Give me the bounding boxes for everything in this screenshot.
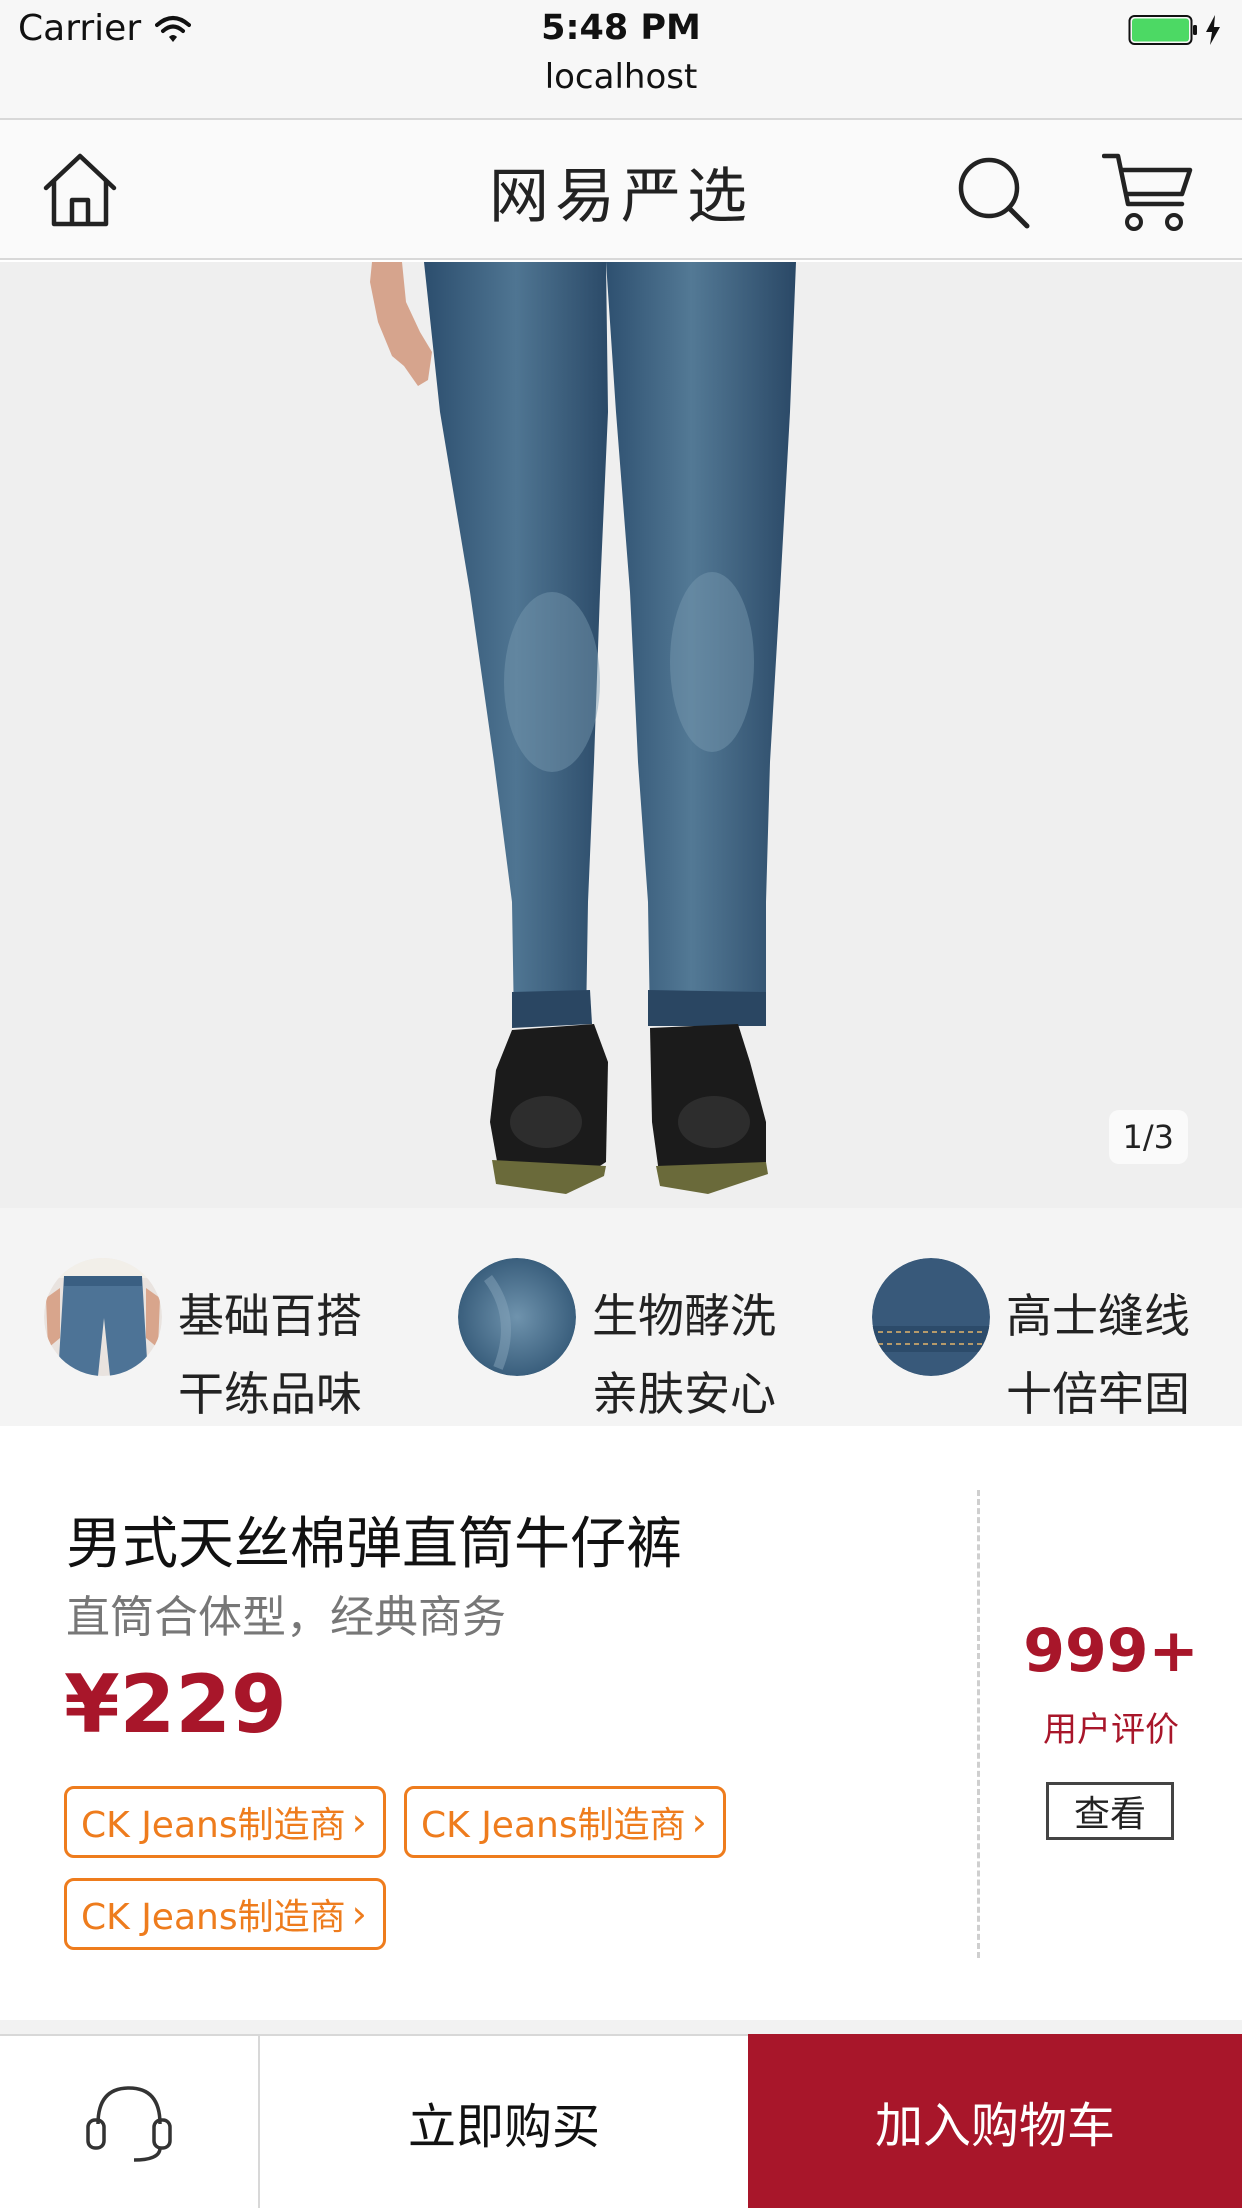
- feature-line-2: 干练品味: [178, 1367, 362, 1421]
- manufacturer-tag[interactable]: CK Jeans制造商 ›: [64, 1786, 386, 1858]
- product-info-panel: 男式天丝棉弹直筒牛仔裤 直筒合体型，经典商务 ¥229 CK Jeans制造商 …: [0, 1426, 1242, 2020]
- denim-stitching-thumbnail: [872, 1258, 990, 1376]
- search-icon[interactable]: [955, 154, 1033, 232]
- chevron-right-icon: ›: [351, 1892, 367, 1936]
- image-page-counter: 1/3: [1108, 1110, 1188, 1164]
- product-image-carousel[interactable]: 1/3: [0, 262, 1242, 1208]
- tag-label: CK Jeans制造商: [421, 1805, 686, 1846]
- brand-title: 网易严选: [489, 162, 753, 232]
- jeans-product-image: [370, 262, 796, 1194]
- feature-line-1: 生物酵洗: [592, 1289, 776, 1343]
- manufacturer-tag[interactable]: CK Jeans制造商 ›: [64, 1878, 386, 1950]
- feature-line-2: 亲肤安心: [592, 1367, 776, 1421]
- chevron-right-icon: ›: [691, 1800, 707, 1844]
- product-title: 男式天丝棉弹直筒牛仔裤: [66, 1512, 682, 1577]
- manufacturer-tag[interactable]: CK Jeans制造商 ›: [404, 1786, 726, 1858]
- bottom-action-bar: 立即购买 加入购物车: [0, 2034, 1242, 2208]
- status-time: 5:48 PM: [541, 8, 701, 48]
- product-subtitle: 直筒合体型，经典商务: [66, 1592, 506, 1643]
- feature-line-1: 高士缝线: [1006, 1289, 1190, 1343]
- headset-icon: [86, 2086, 172, 2162]
- feature-item: 基础百搭 干练品味: [0, 1208, 414, 1426]
- feature-line-2: 十倍牢固: [1006, 1367, 1190, 1421]
- denim-fabric-thumbnail: [458, 1258, 576, 1376]
- product-price: ¥229: [64, 1658, 287, 1751]
- section-gap: [0, 2020, 1242, 2034]
- cart-icon[interactable]: [1102, 150, 1194, 234]
- battery-icon: [1128, 15, 1197, 45]
- tag-label: CK Jeans制造商: [81, 1805, 346, 1846]
- feature-highlights: 基础百搭 干练品味 生物酵洗 亲肤安心 高士缝线 十倍牢固: [0, 1208, 1242, 1426]
- buy-now-button[interactable]: 立即购买: [260, 2036, 748, 2208]
- customer-service-button[interactable]: [0, 2036, 260, 2208]
- view-reviews-button[interactable]: 查看: [1046, 1782, 1174, 1840]
- chevron-right-icon: ›: [351, 1800, 367, 1844]
- add-to-cart-button[interactable]: 加入购物车: [748, 2034, 1242, 2208]
- status-bar: Carrier 5:48 PM localhost: [0, 0, 1242, 118]
- top-navigation-bar: 网易严选: [0, 118, 1242, 260]
- battery-group: [1128, 14, 1222, 46]
- jeans-model-thumbnail: [44, 1258, 162, 1376]
- feature-item: 高士缝线 十倍牢固: [828, 1208, 1242, 1426]
- charging-bolt-icon: [1206, 15, 1220, 45]
- review-count: 999+: [1023, 1616, 1199, 1686]
- feature-item: 生物酵洗 亲肤安心: [414, 1208, 828, 1426]
- url-label: localhost: [544, 57, 698, 97]
- feature-line-1: 基础百搭: [178, 1289, 362, 1343]
- review-label: 用户评价: [1043, 1710, 1179, 1750]
- tag-label: CK Jeans制造商: [81, 1897, 346, 1938]
